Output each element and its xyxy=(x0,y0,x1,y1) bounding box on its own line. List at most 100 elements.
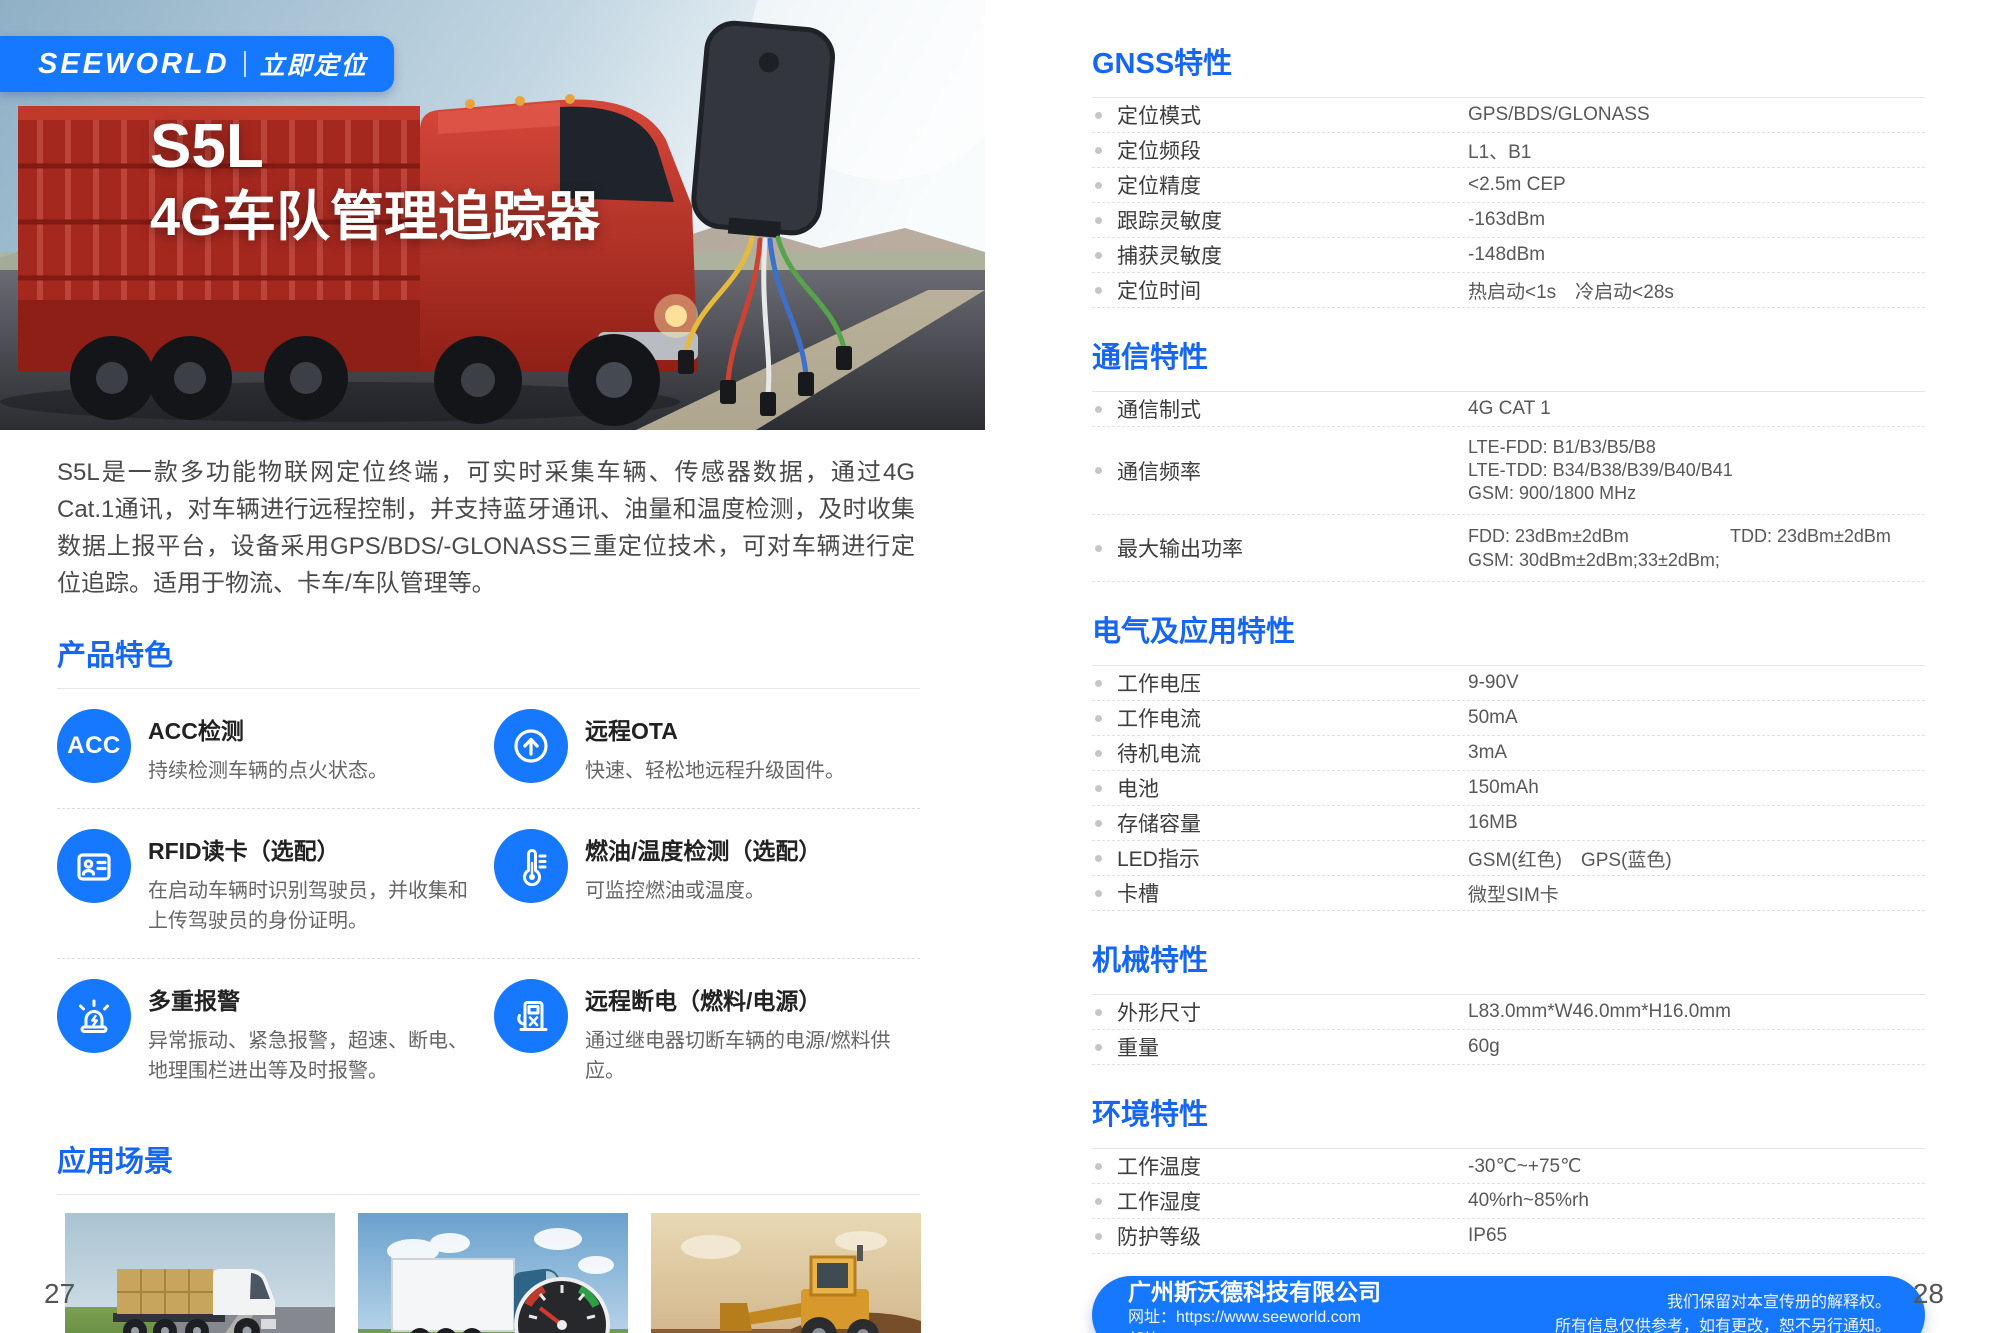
bullet-icon xyxy=(1095,890,1102,897)
scenarios-heading: 应用场景 xyxy=(57,1138,985,1180)
power-fdd: FDD: 23dBm±2dBm xyxy=(1468,524,1730,548)
spec-label: 待机电流 xyxy=(1117,738,1468,768)
spec-label: 外形尺寸 xyxy=(1117,997,1468,1027)
spec-row: 定位时间 热启动<1s 冷启动<28s xyxy=(1092,273,1925,308)
feature-grid: ACC ACC检测 持续检测车辆的点火状态。 远程OTA xyxy=(57,689,920,1108)
section-heading: GNSS特性 xyxy=(1092,40,1925,82)
spec-label: 卡槽 xyxy=(1117,878,1468,908)
freq-lte-tdd: LTE-TDD: B34/B38/B39/B40/B41 xyxy=(1468,459,1925,482)
fuel-temperature-icon xyxy=(494,829,568,903)
feature-desc: 在启动车辆时识别驾驶员，并收集和上传驾驶员的身份证明。 xyxy=(148,876,468,936)
feature-title: RFID读卡（选配） xyxy=(148,832,468,866)
bullet-icon xyxy=(1095,1163,1102,1170)
spec-row: 电池 150mAh xyxy=(1092,771,1925,806)
spec-row: 待机电流 3mA xyxy=(1092,736,1925,771)
spec-value: 热启动<1s 冷启动<28s xyxy=(1468,277,1925,304)
spec-label: 电池 xyxy=(1117,773,1468,803)
spec-label: LED指示 xyxy=(1117,843,1468,873)
hero-banner: SEEWORLD 立即定位 S5L 4G车队管理追踪器 xyxy=(0,0,985,430)
feature-desc: 持续检测车辆的点火状态。 xyxy=(148,756,388,786)
bullet-icon xyxy=(1095,1198,1102,1205)
feature-desc: 可监控燃油或温度。 xyxy=(585,876,821,906)
bullet-icon xyxy=(1095,855,1102,862)
brand-logo: SEEWORLD xyxy=(38,48,230,81)
bullet-icon xyxy=(1095,680,1102,687)
spec-value: -148dBm xyxy=(1468,244,1925,266)
bullet-icon xyxy=(1095,820,1102,827)
spec-label: 通信频率 xyxy=(1117,456,1468,486)
logistics-photo xyxy=(65,1213,335,1333)
feature-title: 远程断电（燃料/电源） xyxy=(585,982,905,1016)
scenario-logistics: 物流与配送 xyxy=(65,1213,335,1333)
spec-value: 4G CAT 1 xyxy=(1468,398,1925,420)
spec-value: IP65 xyxy=(1468,1225,1925,1247)
spec-value: GPS/BDS/GLONASS xyxy=(1468,104,1925,126)
feature-rfid: RFID读卡（选配） 在启动车辆时识别驾驶员，并收集和上传驾驶员的身份证明。 xyxy=(57,829,494,936)
section-gnss: GNSS特性 定位模式 GPS/BDS/GLONASS 定位频段 L1、B1 定… xyxy=(1092,40,1925,308)
spec-label: 定位时间 xyxy=(1117,275,1468,305)
bullet-icon xyxy=(1095,182,1102,189)
bullet-icon xyxy=(1095,147,1102,154)
spec-value: GSM(红色) GPS(蓝色) xyxy=(1468,845,1925,872)
feature-title: 多重报警 xyxy=(148,982,468,1016)
spec-label: 捕获灵敏度 xyxy=(1117,240,1468,270)
spec-value: 16MB xyxy=(1468,812,1925,834)
section-heading: 电气及应用特性 xyxy=(1092,608,1925,650)
spec-label: 防护等级 xyxy=(1117,1221,1468,1251)
page-number-right: 28 xyxy=(1913,1278,1944,1310)
section-mechanical: 机械特性 外形尺寸 L83.0mm*W46.0mm*H16.0mm 重量 60g xyxy=(1092,937,1925,1065)
bullet-icon xyxy=(1095,467,1102,474)
spec-row: 捕获灵敏度 -148dBm xyxy=(1092,238,1925,273)
bullet-icon xyxy=(1095,715,1102,722)
company-footer: 广州斯沃德科技有限公司 网址：https://www.seeworld.com … xyxy=(1092,1276,1925,1333)
brand-tagline: 立即定位 xyxy=(260,46,368,82)
spec-label: 定位精度 xyxy=(1117,170,1468,200)
section-communication: 通信特性 通信制式 4G CAT 1 通信频率 LTE-FDD: B1/B3/B… xyxy=(1092,334,1925,582)
product-title: S5L 4G车队管理追踪器 xyxy=(150,110,600,252)
spec-value: L83.0mm*W46.0mm*H16.0mm xyxy=(1468,1001,1925,1023)
bullet-icon xyxy=(1095,252,1102,259)
rule xyxy=(57,1194,920,1195)
spec-value: 9-90V xyxy=(1468,672,1925,694)
section-heading: 通信特性 xyxy=(1092,334,1925,376)
spec-row: 工作电流 50mA xyxy=(1092,701,1925,736)
spec-row: 定位模式 GPS/BDS/GLONASS xyxy=(1092,98,1925,133)
badge-divider xyxy=(244,51,246,77)
spec-label: 最大输出功率 xyxy=(1117,533,1468,563)
feature-ota: 远程OTA 快速、轻松地远程升级固件。 xyxy=(494,709,920,786)
page-right: GNSS特性 定位模式 GPS/BDS/GLONASS 定位频段 L1、B1 定… xyxy=(1092,40,1925,1333)
spec-value: 60g xyxy=(1468,1036,1925,1058)
disclaimer-line2: 所有信息仅供参考，如有更改，恕不另行通知。 xyxy=(1555,1315,1891,1333)
spec-row: 重量 60g xyxy=(1092,1030,1925,1065)
fuel-monitoring-photo: E F xyxy=(358,1213,628,1333)
bullet-icon xyxy=(1095,785,1102,792)
scenario-gallery: 物流与配送 xyxy=(65,1213,985,1333)
spec-row: 通信制式 4G CAT 1 xyxy=(1092,392,1925,427)
rfid-card-icon xyxy=(57,829,131,903)
spec-label: 工作电流 xyxy=(1117,703,1468,733)
spec-label: 通信制式 xyxy=(1117,394,1468,424)
spec-value: 150mAh xyxy=(1468,777,1925,799)
spec-value: -30℃~+75℃ xyxy=(1468,1155,1925,1178)
feature-row: 多重报警 异常振动、紧急报警，超速、断电、地理围栏进出等及时报警。 xyxy=(57,959,920,1108)
section-electrical: 电气及应用特性 工作电压 9-90V 工作电流 50mA 待机电流 3mA 电池… xyxy=(1092,608,1925,911)
spec-row: 定位频段 L1、B1 xyxy=(1092,133,1925,168)
spec-label: 工作电压 xyxy=(1117,668,1468,698)
feature-multi-alarm: 多重报警 异常振动、紧急报警，超速、断电、地理围栏进出等及时报警。 xyxy=(57,979,494,1086)
spec-value: <2.5m CEP xyxy=(1468,174,1925,196)
feature-remote-cutoff: 远程断电（燃料/电源） 通过继电器切断车辆的电源/燃料供应。 xyxy=(494,979,920,1086)
section-heading: 机械特性 xyxy=(1092,937,1925,979)
bullet-icon xyxy=(1095,1044,1102,1051)
bullet-icon xyxy=(1095,545,1102,552)
feature-fuel-temp: 燃油/温度检测（选配） 可监控燃油或温度。 xyxy=(494,829,920,936)
spec-row: 工作温度 -30℃~+75℃ xyxy=(1092,1149,1925,1184)
spec-row: 定位精度 <2.5m CEP xyxy=(1092,168,1925,203)
spec-row: 工作湿度 40%rh~85%rh xyxy=(1092,1184,1925,1219)
page-number-left: 27 xyxy=(44,1278,75,1310)
spec-value: 微型SIM卡 xyxy=(1468,880,1925,907)
brand-badge: SEEWORLD 立即定位 xyxy=(0,36,394,92)
bullet-icon xyxy=(1095,287,1102,294)
freq-lte-fdd: LTE-FDD: B1/B3/B5/B8 xyxy=(1468,436,1925,459)
spec-row: LED指示 GSM(红色) GPS(蓝色) xyxy=(1092,841,1925,876)
spec-label: 工作湿度 xyxy=(1117,1186,1468,1216)
